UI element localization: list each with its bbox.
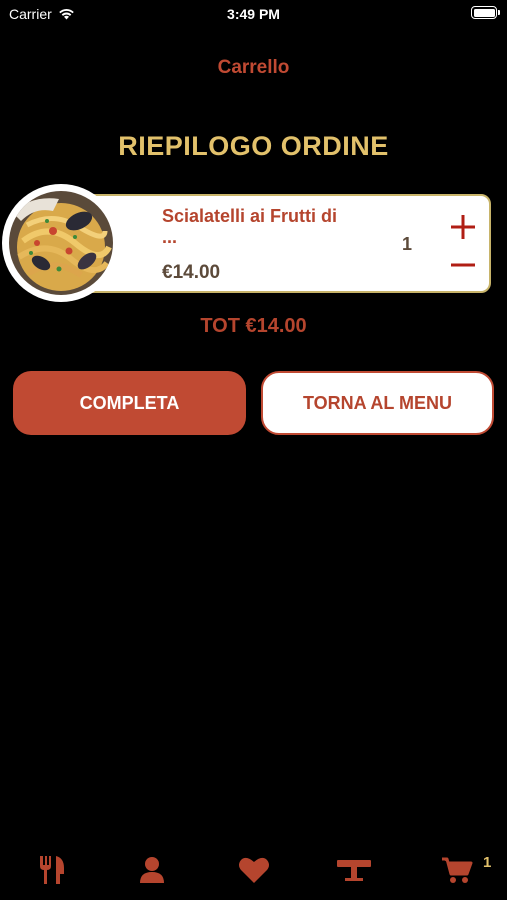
user-icon xyxy=(140,857,164,883)
battery-icon xyxy=(471,6,500,19)
heart-icon xyxy=(239,857,269,883)
order-total: TOT €14.00 xyxy=(200,315,307,337)
tab-cart[interactable] xyxy=(439,852,475,888)
cart-icon xyxy=(442,857,473,883)
plus-icon xyxy=(451,215,475,239)
pasta-photo-icon xyxy=(9,191,113,295)
cart-badge: 1 xyxy=(483,854,492,871)
page-title: Carrello xyxy=(217,57,290,78)
status-time: 3:49 PM xyxy=(227,6,280,22)
item-price: €14.00 xyxy=(162,262,221,283)
item-name: Scialatelli ai Frutti di ... xyxy=(162,206,338,247)
tab-bar: 1 xyxy=(0,840,507,900)
minus-icon xyxy=(451,263,475,267)
item-image xyxy=(2,184,120,302)
increase-quantity-button[interactable] xyxy=(450,214,476,240)
decrease-quantity-button[interactable] xyxy=(450,252,476,278)
back-to-menu-label: TORNA AL MENU xyxy=(302,392,452,413)
fork-knife-icon xyxy=(40,856,64,884)
tab-table[interactable] xyxy=(336,852,372,888)
tab-profile[interactable] xyxy=(134,852,170,888)
complete-order-button[interactable]: COMPLETA xyxy=(13,371,246,435)
complete-order-label: COMPLETA xyxy=(79,392,180,413)
tab-favorites[interactable] xyxy=(236,852,272,888)
table-icon xyxy=(337,860,371,881)
item-quantity: 1 xyxy=(402,234,413,254)
status-bar: Carrier 3:49 PM xyxy=(0,0,507,28)
cart-item-card: Scialatelli ai Frutti di ... €14.00 1 xyxy=(60,194,491,293)
back-to-menu-button[interactable]: TORNA AL MENU xyxy=(261,371,494,435)
order-summary-title: RIEPILOGO ORDINE xyxy=(118,131,389,161)
tab-menu[interactable] xyxy=(34,852,70,888)
